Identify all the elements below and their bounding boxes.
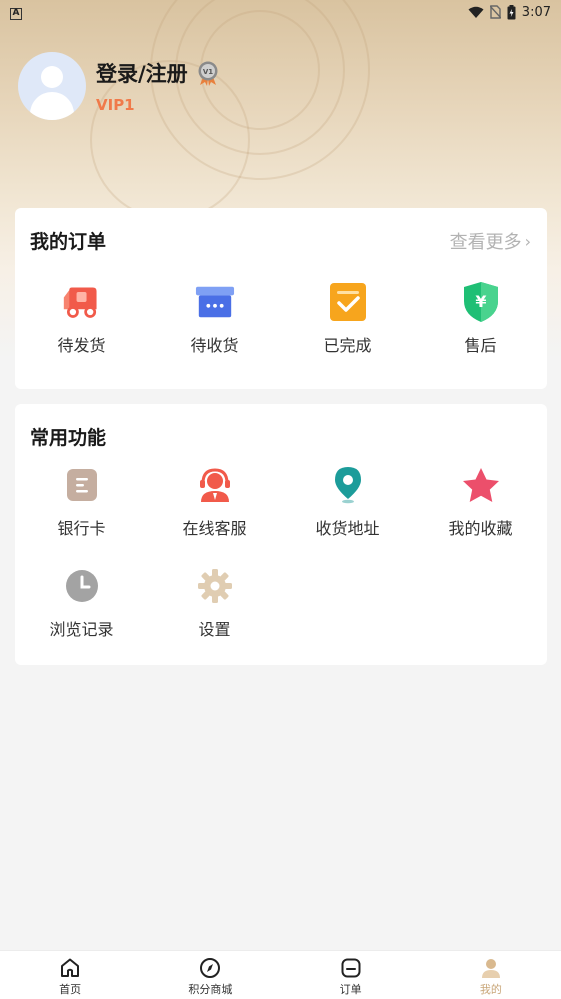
order-item-label: 待发货 [57,336,106,355]
function-customer-service[interactable]: 在线客服 [148,465,281,539]
tab-mine[interactable]: 我的 [421,951,561,999]
orders-title: 我的订单 [30,231,107,253]
tab-label: 积分商城 [188,983,233,996]
bottom-tab-bar: 首页 积分商城 订单 我的 [0,950,561,999]
battery-charging-icon [507,4,516,19]
vip-level-label: VIP1 [96,96,135,114]
order-item-label: 已完成 [323,336,372,355]
function-item-label: 收货地址 [315,519,380,538]
no-sim-icon [489,5,501,19]
order-after-sales[interactable]: ¥ 售后 [414,282,547,356]
profile-section[interactable]: 登录/注册 V1 VIP1 [18,52,220,120]
customer-service-icon [195,465,235,505]
functions-title: 常用功能 [30,427,107,449]
order-icon [341,958,361,978]
svg-text:¥: ¥ [475,292,486,311]
order-completed[interactable]: 已完成 [281,282,414,356]
function-item-label: 银行卡 [57,519,106,538]
home-icon [61,958,80,977]
chevron-right-icon: › [524,231,531,251]
avatar[interactable] [18,52,86,120]
order-pending-shipment[interactable]: 待发货 [15,282,148,356]
wifi-icon [468,6,484,18]
check-clipboard-icon [328,282,368,322]
function-settings[interactable]: 设置 [148,566,281,640]
location-pin-icon [328,465,368,505]
function-item-label: 我的收藏 [448,519,513,538]
compass-icon [200,958,221,978]
star-icon [461,465,501,505]
function-bank-card[interactable]: 银行卡 [15,465,148,539]
function-shipping-address[interactable]: 收货地址 [281,465,414,539]
user-icon [481,959,500,978]
truck-icon [62,282,102,322]
tab-label: 我的 [479,983,502,996]
status-time: 3:07 [521,4,551,20]
order-item-label: 售后 [464,336,497,355]
function-browse-history[interactable]: 浏览记录 [15,566,148,640]
login-register-link[interactable]: 登录/注册 [96,58,188,88]
clock-icon [62,566,102,606]
order-pending-receipt[interactable]: 待收货 [148,282,281,356]
view-more-orders-link[interactable]: 查看更多 › [450,228,531,254]
notification-badge: A [10,8,22,20]
function-item-label: 在线客服 [182,519,247,538]
common-functions-card: 常用功能 银行卡 在线客服 收货地址 我的收藏 浏览记录 设置 [15,404,547,665]
function-my-favorites[interactable]: 我的收藏 [414,465,547,539]
tab-label: 订单 [339,983,362,996]
yen-shield-icon: ¥ [461,282,501,322]
view-more-label: 查看更多 [449,232,522,253]
function-item-label: 设置 [198,620,231,639]
package-box-icon [195,282,235,322]
bank-card-icon [62,465,102,505]
svg-text:V1: V1 [203,68,213,76]
my-orders-card: 我的订单 查看更多 › 待发货 待收货 已完成 ¥ 售后 [15,208,547,389]
vip-medal-icon: V1 [198,61,218,86]
tab-label: 首页 [59,983,82,996]
order-item-label: 待收货 [190,336,239,355]
status-bar: A 3:07 [0,0,561,24]
tab-home[interactable]: 首页 [0,951,140,999]
gear-icon [195,566,235,606]
function-item-label: 浏览记录 [49,620,114,639]
tab-points-mall[interactable]: 积分商城 [140,951,280,999]
tab-orders[interactable]: 订单 [281,951,421,999]
